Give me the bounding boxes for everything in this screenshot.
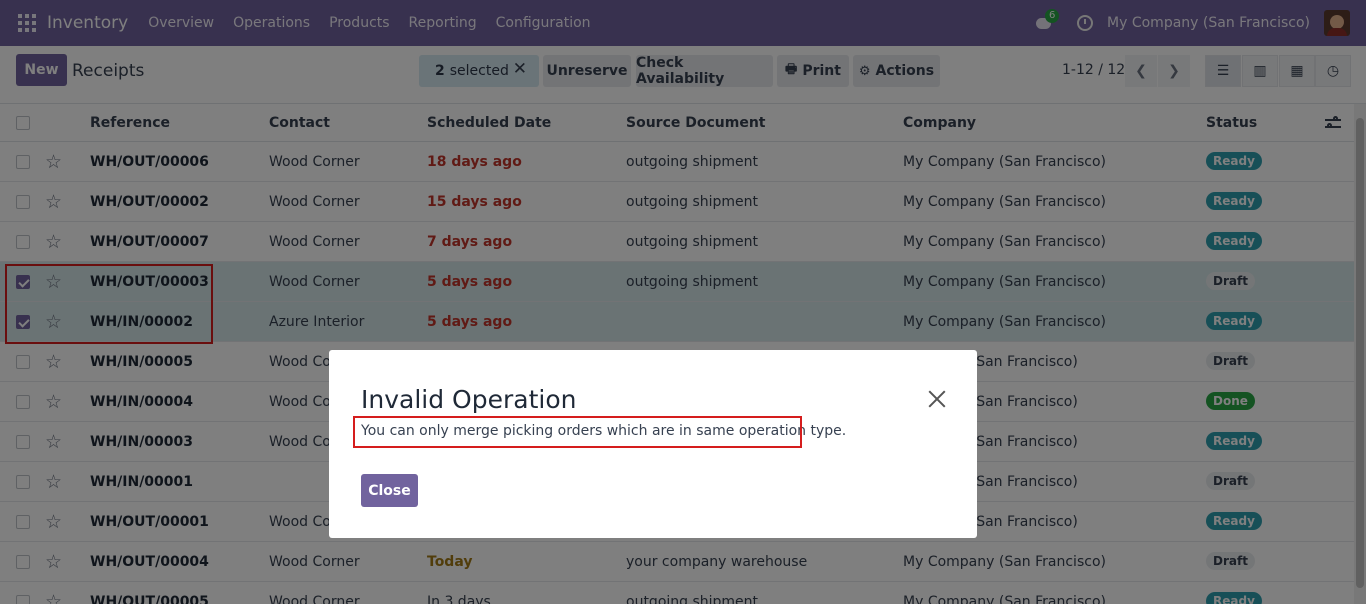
dialog-title: Invalid Operation — [361, 385, 577, 414]
close-button[interactable]: Close — [361, 474, 418, 507]
close-icon[interactable] — [928, 390, 946, 408]
message-highlight — [353, 416, 802, 448]
